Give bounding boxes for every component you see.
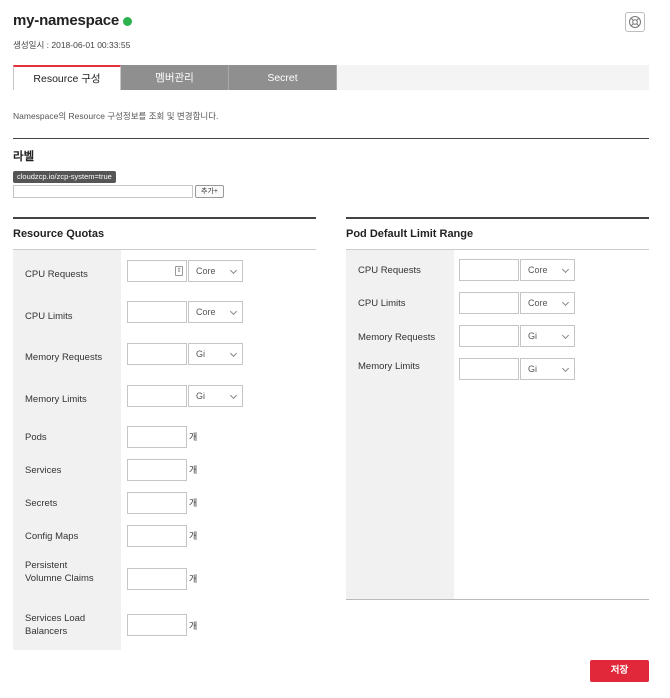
rq-label-cpu-limits: CPU Limits (25, 311, 73, 322)
unit-value: Gi (196, 349, 205, 359)
unit-value: Core (528, 298, 548, 308)
rq-input-pods[interactable] (127, 426, 187, 448)
section-divider (13, 138, 649, 139)
pl-unit-cpu-requests[interactable]: Core (520, 259, 575, 281)
tab-members[interactable]: 멤버관리 (121, 65, 229, 90)
rq-unit-cpu-limits[interactable]: Core (188, 301, 243, 323)
rq-label-memory-requests: Memory Requests (25, 352, 103, 363)
resource-quotas-panel: Resource Quotas CPU Requests ⇕ Core CPU … (13, 217, 316, 650)
pl-label-memory-limits: Memory Limits (358, 361, 420, 372)
namespace-title: my-namespace (13, 12, 119, 29)
rq-label-secrets: Secrets (25, 498, 58, 509)
add-label-button[interactable]: 추가+ (195, 185, 224, 198)
rq-label-services: Services (25, 465, 62, 476)
created-timestamp: 생성일시 : 2018-06-01 00:33:55 (13, 40, 131, 50)
rq-label-cpu-requests: CPU Requests (25, 269, 88, 280)
rq-input-load-balancers[interactable] (127, 614, 187, 636)
rq-input-memory-limits[interactable] (127, 385, 187, 407)
help-button[interactable] (625, 12, 645, 32)
rq-input-cpu-requests[interactable]: ⇕ (127, 260, 187, 282)
save-button[interactable]: 저장 (590, 660, 649, 682)
unit-value: Core (196, 307, 216, 317)
label-chip[interactable]: cloudzcp.io/zcp-system=true (13, 171, 116, 183)
help-icon (629, 16, 641, 28)
rq-label-config-maps: Config Maps (25, 531, 79, 542)
rq-input-secrets[interactable] (127, 492, 187, 514)
pl-unit-memory-limits[interactable]: Gi (520, 358, 575, 380)
rq-unit-secrets: 개 (189, 498, 198, 508)
pl-input-memory-requests[interactable] (459, 325, 519, 347)
page-description: Namespace의 Resource 구성정보를 조회 및 변경합니다. (13, 111, 219, 121)
rq-unit-cpu-requests[interactable]: Core (188, 260, 243, 282)
resource-quotas-body: CPU Requests ⇕ Core CPU Limits Core Memo… (13, 250, 316, 650)
rq-input-cpu-limits[interactable] (127, 301, 187, 323)
pl-input-memory-limits[interactable] (459, 358, 519, 380)
pl-input-cpu-limits[interactable] (459, 292, 519, 314)
chevron-down-icon (229, 266, 238, 275)
pod-limit-range-title: Pod Default Limit Range (346, 228, 474, 240)
pod-limit-range-body: CPU Requests Core CPU Limits Core Memory… (346, 250, 649, 600)
pl-label-cpu-limits: CPU Limits (358, 298, 406, 309)
chevron-down-icon (561, 364, 570, 373)
label-input[interactable] (13, 185, 193, 198)
chevron-down-icon (229, 307, 238, 316)
rq-label-memory-limits: Memory Limits (25, 394, 87, 405)
spinner-icon[interactable]: ⇕ (175, 266, 183, 276)
status-indicator (123, 16, 132, 26)
tab-resource[interactable]: Resource 구성 (13, 65, 121, 90)
rq-unit-memory-requests[interactable]: Gi (188, 343, 243, 365)
unit-value: Gi (528, 331, 537, 341)
labels-title: 라벨 (13, 151, 35, 163)
rq-unit-pods: 개 (189, 432, 198, 442)
chevron-down-icon (561, 298, 570, 307)
chevron-down-icon (229, 349, 238, 358)
resource-quotas-title: Resource Quotas (13, 228, 105, 240)
pl-input-cpu-requests[interactable] (459, 259, 519, 281)
rq-label-pods: Pods (25, 432, 47, 443)
rq-unit-memory-limits[interactable]: Gi (188, 385, 243, 407)
rq-unit-load-balancers: 개 (189, 621, 198, 631)
unit-value: Core (196, 266, 216, 276)
rq-label-load-balancers: Services Load Balancers (25, 613, 86, 637)
rq-unit-services: 개 (189, 465, 198, 475)
rq-input-services[interactable] (127, 459, 187, 481)
pl-unit-cpu-limits[interactable]: Core (520, 292, 575, 314)
unit-value: Gi (196, 391, 205, 401)
rq-unit-pvc: 개 (189, 574, 198, 584)
rq-input-pvc[interactable] (127, 568, 187, 590)
rq-unit-config-maps: 개 (189, 531, 198, 541)
pl-unit-memory-requests[interactable]: Gi (520, 325, 575, 347)
rq-label-pvc: Persistent Volumne Claims (25, 560, 94, 584)
pl-label-memory-requests: Memory Requests (358, 332, 436, 343)
tab-secret[interactable]: Secret (229, 65, 337, 90)
unit-value: Core (528, 265, 548, 275)
rq-input-memory-requests[interactable] (127, 343, 187, 365)
page-header: my-namespace 생성일시 : 2018-06-01 00:33:55 (13, 12, 132, 51)
pl-label-cpu-requests: CPU Requests (358, 265, 421, 276)
chevron-down-icon (561, 331, 570, 340)
pod-limit-range-panel: Pod Default Limit Range CPU Requests Cor… (346, 217, 649, 600)
rq-input-config-maps[interactable] (127, 525, 187, 547)
tab-bar: Resource 구성 멤버관리 Secret (13, 65, 649, 90)
chevron-down-icon (561, 265, 570, 274)
chevron-down-icon (229, 391, 238, 400)
unit-value: Gi (528, 364, 537, 374)
